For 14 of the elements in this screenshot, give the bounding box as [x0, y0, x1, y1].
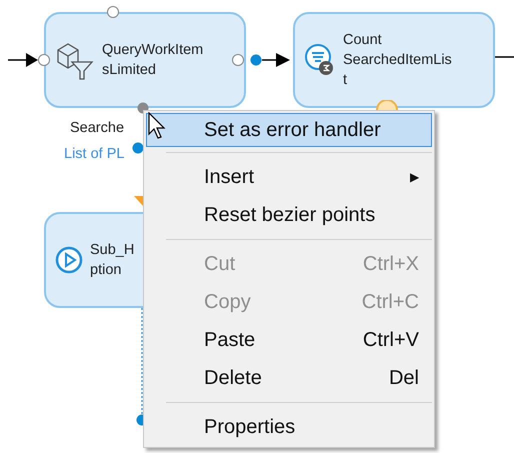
shortcut-label: Ctrl+V: [362, 328, 419, 352]
shortcut-label: Del: [388, 366, 419, 390]
submenu-arrow: ▶: [410, 170, 419, 184]
node-label: Sub_H: [90, 241, 134, 260]
node-label: Count: [343, 31, 383, 50]
node-label: ption: [90, 261, 122, 280]
node-label: t: [343, 71, 348, 90]
shortcut-label: Ctrl+X: [362, 252, 419, 276]
shortcut-label: Ctrl+C: [362, 290, 419, 314]
edge-type-label: List of PL: [64, 146, 124, 162]
edge-name-label: Searche: [70, 120, 124, 136]
node-label: SearchedItemLis: [343, 51, 452, 70]
node-label: sLimited: [102, 61, 157, 80]
node-label: QueryWorkItem: [102, 41, 204, 60]
